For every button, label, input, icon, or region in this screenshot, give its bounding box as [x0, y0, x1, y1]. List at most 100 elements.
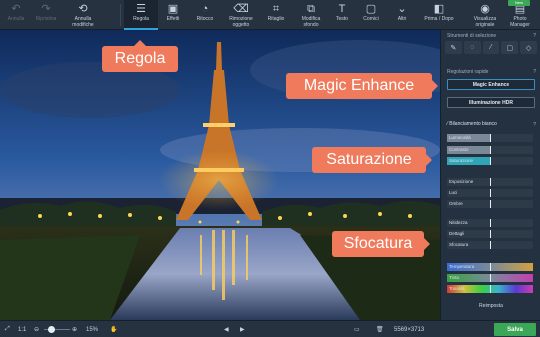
zoom-in-icon[interactable]: ⊕ — [72, 321, 77, 337]
callout-saturazione-text: Saturazione — [326, 151, 412, 168]
compare-icon[interactable]: ▭ — [354, 321, 360, 337]
slider-tinta[interactable]: Tinta — [447, 274, 533, 282]
tab-crop-label: Ritaglio — [267, 16, 285, 22]
slider-knob[interactable] — [490, 230, 491, 238]
prev-photo-icon[interactable]: ◀ — [224, 321, 229, 337]
redo-icon: ↷ — [41, 3, 51, 15]
slider-label: Esposizione — [449, 179, 474, 184]
crop-icon: ⌗ — [272, 3, 280, 15]
tab-more[interactable]: ⌄ Altri — [390, 0, 414, 30]
help-icon[interactable]: ? — [533, 33, 536, 39]
eye-icon: ◉ — [480, 3, 490, 15]
slider-knob[interactable] — [490, 146, 491, 154]
magic-wand-icon[interactable]: ⁄ — [482, 41, 500, 54]
callout-magic-text: Magic Enhance — [303, 77, 415, 94]
view-original-button[interactable]: ◉ Visualizza originale — [468, 0, 502, 30]
slider-knob[interactable] — [490, 134, 491, 142]
redo-button[interactable]: ↷ Ripristina — [32, 0, 60, 30]
slider-tonalit[interactable]: Tonalità — [447, 285, 533, 293]
undo-all-button[interactable]: ⟲ Annulla modifiche — [66, 0, 100, 30]
zoom-out-icon[interactable]: ⊖ — [34, 321, 39, 337]
slider-knob[interactable] — [490, 285, 491, 293]
redo-label: Ripristina — [35, 16, 57, 22]
slider-luminosit[interactable]: Luminosità — [447, 134, 533, 142]
slider-knob[interactable] — [490, 241, 491, 249]
slider-temperatura[interactable]: Temperatura — [447, 263, 533, 271]
tab-object-removal-label: Rimozione oggetto — [229, 16, 253, 28]
tab-more-label: Altri — [397, 16, 407, 22]
undo-label: Annulla — [7, 16, 25, 22]
save-button[interactable]: Salva — [494, 323, 536, 336]
brush-tool-icon[interactable]: ✎ — [445, 41, 462, 54]
tab-frames[interactable]: ▢ Cornici — [358, 0, 384, 30]
more-icon: ⌄ — [397, 3, 407, 15]
hdr-lighting-button[interactable]: Illuminazione HDR — [447, 97, 535, 108]
slider-saturazione[interactable]: Saturazione — [447, 157, 533, 165]
fit-screen-icon[interactable]: ⤢ — [5, 321, 10, 337]
slider-knob[interactable] — [490, 263, 491, 271]
tab-crop[interactable]: ⌗ Ritaglio — [262, 0, 290, 30]
white-balance-header[interactable]: ⁄ Bilanciamento bianco — [447, 121, 497, 127]
callout-sfocatura-text: Sfocatura — [343, 235, 413, 252]
tab-background[interactable]: ⧉ Modifica sfondo — [294, 0, 328, 30]
rect-select-icon[interactable]: ▢ — [501, 41, 519, 54]
magic-enhance-button[interactable]: Magic Enhance — [447, 79, 535, 90]
slider-luci[interactable]: Luci — [447, 189, 533, 197]
slider-ombre[interactable]: Ombre — [447, 200, 533, 208]
slider-knob[interactable] — [490, 157, 491, 165]
slider-knob[interactable] — [490, 189, 491, 197]
tab-object-removal[interactable]: ⌫ Rimozione oggetto — [224, 0, 258, 30]
tab-effects[interactable]: ▣ Effetti — [160, 0, 186, 30]
eyedropper-icon[interactable]: ⁄ — [447, 121, 448, 127]
image-dimensions: 5569×3713 — [394, 326, 425, 333]
selection-tools: ✎ ◌ ⁄ ▢ ◇ — [445, 41, 537, 54]
slider-label: Luci — [449, 190, 458, 195]
tab-background-label: Modifica sfondo — [301, 16, 321, 28]
slider-esposizione[interactable]: Esposizione — [447, 178, 533, 186]
slider-contrasto[interactable]: Contrasto — [447, 146, 533, 154]
before-after-button[interactable]: ◧ Prima / Dopo — [424, 0, 454, 30]
slider-label: Dettagli — [449, 231, 465, 236]
slider-sfocatura[interactable]: Sfocatura — [447, 241, 533, 249]
next-photo-icon[interactable]: ▶ — [240, 321, 245, 337]
adjustments-panel: Strumenti di selezione ? ✎ ◌ ⁄ ▢ ◇ Regol… — [440, 30, 540, 320]
adjust-icon: ☰ — [136, 3, 146, 15]
slider-knob[interactable] — [490, 219, 491, 227]
slider-knob[interactable] — [490, 200, 491, 208]
tab-retouch[interactable]: ◔ Ritocco — [192, 0, 218, 30]
slider-dettagli[interactable]: Dettagli — [447, 230, 533, 238]
erase-selection-icon[interactable]: ◇ — [520, 41, 537, 54]
before-after-label: Prima / Dopo — [424, 16, 454, 22]
slider-nitidezza[interactable]: Nitidezza — [447, 219, 533, 227]
help-icon[interactable]: ? — [533, 69, 536, 75]
slider-label: Temperatura — [449, 264, 475, 269]
tab-adjust[interactable]: ☰ Regola — [124, 0, 158, 30]
callout-sfocatura: Sfocatura — [332, 231, 430, 257]
slider-label: Tonalità — [449, 286, 465, 291]
slider-label: Saturazione — [449, 158, 474, 163]
callout-regola: Regola — [102, 40, 178, 72]
help-icon[interactable]: ? — [533, 122, 536, 128]
hand-tool-icon[interactable]: ✋ — [110, 321, 117, 337]
white-balance-title: Bilanciamento bianco — [449, 121, 497, 127]
slider-knob[interactable] — [490, 274, 491, 282]
undo-button[interactable]: ↶ Annulla — [2, 0, 30, 30]
photo-manager-label: Photo Manager — [510, 16, 530, 28]
slider-label: Contrasto — [449, 147, 469, 152]
bottom-bar: ⤢ 1:1 ⊖ ⊕ 15% ✋ ◀ ▶ ▭ 🗑 5569×3713 Salva — [0, 320, 540, 337]
before-after-icon: ◧ — [433, 3, 445, 15]
selection-tools-title: Strumenti di selezione — [447, 33, 497, 39]
delete-icon[interactable]: 🗑 — [376, 321, 384, 337]
frame-icon: ▢ — [365, 3, 377, 15]
zoom-slider-knob[interactable] — [48, 326, 55, 333]
actual-size-button[interactable]: 1:1 — [18, 321, 26, 337]
slider-knob[interactable] — [490, 178, 491, 186]
tab-effects-label: Effetti — [166, 16, 180, 22]
tab-retouch-label: Ritocco — [196, 16, 214, 22]
undo-all-label: Annulla modifiche — [72, 16, 94, 28]
reset-button[interactable]: Reimposta — [447, 301, 535, 311]
zoom-percent: 15% — [86, 326, 99, 333]
callout-magic-enhance: Magic Enhance — [286, 73, 438, 99]
tab-text[interactable]: T Testo — [330, 0, 354, 30]
lasso-tool-icon[interactable]: ◌ — [463, 41, 481, 54]
